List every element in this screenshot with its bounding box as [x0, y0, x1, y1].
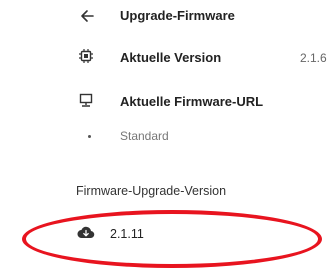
- upgrade-section-title: Firmware-Upgrade-Version: [76, 184, 227, 198]
- current-version-row: Aktuelle Version 2.1.6: [60, 38, 334, 74]
- chip-icon: [76, 46, 96, 66]
- back-button[interactable]: [76, 5, 98, 27]
- standard-label: Standard: [120, 129, 169, 143]
- highlight-ellipse: [22, 210, 322, 268]
- monitor-icon: [76, 90, 96, 110]
- current-version-label: Aktuelle Version: [120, 50, 222, 65]
- arrow-left-icon: [81, 10, 94, 22]
- bullet-dot: [88, 135, 91, 138]
- firmware-url-label: Aktuelle Firmware-URL: [120, 94, 264, 109]
- current-version-value: 2.1.6: [300, 51, 327, 65]
- page-title: Upgrade-Firmware: [120, 8, 235, 23]
- firmware-url-row[interactable]: Aktuelle Firmware-URL: [60, 84, 334, 120]
